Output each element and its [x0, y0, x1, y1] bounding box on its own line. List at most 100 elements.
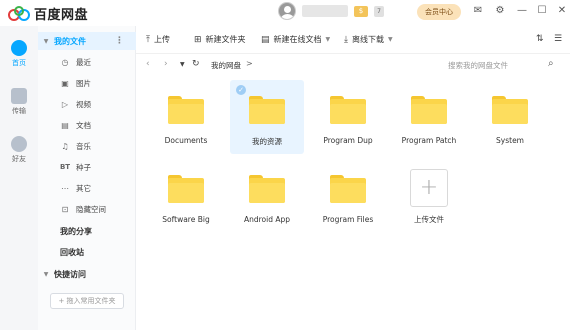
lock-icon: ⊡ [61, 204, 69, 214]
sidebar-item-recycle-bin[interactable]: 回收站 [38, 243, 136, 261]
new-folder-icon: ⊞ [194, 34, 202, 45]
sidebar-item-label: 种子 [76, 162, 91, 172]
sidebar-item-quick-access[interactable]: ▼ 快捷访问 [38, 265, 136, 283]
sidebar-item-hidden-space[interactable]: ⊡ 隐藏空间 [38, 200, 136, 218]
mail-icon[interactable]: ✉ [472, 5, 484, 17]
rail-label: 首页 [12, 59, 26, 67]
home-icon [11, 40, 27, 56]
bt-icon: BT [59, 163, 71, 171]
folder-tile[interactable]: Program Dup [311, 80, 385, 154]
sidebar-item-music[interactable]: ♫ 音乐 [38, 137, 136, 155]
sidebar-item-label: 回收站 [60, 247, 84, 257]
folder-icon [249, 96, 285, 124]
folder-name: System [496, 136, 524, 145]
username-blurred [302, 5, 348, 17]
upload-button[interactable]: ⤒ 上传 [146, 34, 170, 45]
sidebar-item-videos[interactable]: ▷ 视频 [38, 95, 136, 113]
rail-item-home[interactable]: 首页 [0, 40, 38, 68]
view-mode-button[interactable]: ☰ [554, 34, 562, 44]
sidebar: ▼ 我的文件 ⋮ ◷ 最近 ▣ 图片 ▷ 视频 ▤ 文档 ♫ 音乐 BT 种子 … [38, 26, 136, 330]
sidebar-item-other[interactable]: ⋯ 其它 [38, 179, 136, 197]
sidebar-item-label: 图片 [76, 78, 91, 88]
minimize-icon[interactable]: — [516, 5, 528, 17]
image-icon: ▣ [61, 78, 69, 88]
add-quick-access-button[interactable]: + 拖入常用文件夹 [50, 293, 124, 309]
sidebar-item-torrents[interactable]: BT 种子 [38, 158, 136, 176]
folder-icon [168, 96, 204, 124]
video-icon: ▷ [61, 99, 69, 109]
search-icon[interactable]: ⌕ [548, 58, 554, 69]
clock-icon: ◷ [61, 57, 69, 67]
plus-icon: + [419, 175, 439, 200]
app-logo: 百度网盘 [8, 4, 88, 23]
more-icon[interactable]: ⋮ [115, 36, 124, 46]
avatar[interactable] [278, 2, 296, 20]
folder-icon [411, 96, 447, 124]
folder-name: Program Patch [401, 136, 457, 145]
folder-name: Android App [243, 215, 291, 224]
offline-download-button[interactable]: ⤓ 离线下载 ▼ [344, 34, 393, 45]
sidebar-item-label: 最近 [76, 57, 91, 67]
sidebar-item-images[interactable]: ▣ 图片 [38, 74, 136, 92]
folder-tile[interactable]: Android App [230, 159, 304, 233]
new-doc-icon: ▤ [261, 34, 270, 45]
sidebar-item-documents[interactable]: ▤ 文档 [38, 116, 136, 134]
folder-icon [249, 175, 285, 203]
new-folder-button[interactable]: ⊞ 新建文件夹 [194, 34, 246, 45]
folder-tile[interactable]: ✓ 我的资源 [230, 80, 304, 154]
close-icon[interactable]: ✕ [556, 5, 568, 17]
title-bar: 百度网盘 $ 7 会员中心 ✉ ⚙ — ☐ ✕ [0, 0, 570, 26]
folder-tile[interactable]: Documents [149, 80, 223, 154]
sidebar-item-my-share[interactable]: 我的分享 [38, 222, 136, 240]
folder-name: Documents [164, 136, 208, 145]
sidebar-item-label: 我的分享 [60, 226, 92, 236]
friends-icon [11, 136, 27, 152]
chevron-down-icon[interactable]: ▼ [38, 38, 54, 45]
upload-file-tile[interactable]: + 上传文件 [392, 159, 466, 233]
folder-name: 我的资源 [252, 137, 282, 146]
sidebar-item-my-files[interactable]: ▼ 我的文件 ⋮ [38, 32, 136, 50]
folder-icon [492, 96, 528, 124]
refresh-icon[interactable]: ↻ [192, 59, 200, 69]
folder-name: Software Big [162, 215, 210, 224]
maximize-icon[interactable]: ☐ [536, 5, 548, 17]
sidebar-item-label: 音乐 [76, 141, 91, 151]
cloud-logo-icon [8, 5, 30, 21]
download-icon: ⤓ [344, 34, 348, 45]
folder-tile[interactable]: Software Big [149, 159, 223, 233]
sort-button[interactable]: ⇅ [536, 34, 544, 44]
folder-icon [330, 96, 366, 124]
member-center-button[interactable]: 会员中心 [417, 4, 461, 20]
breadcrumb[interactable]: 我的网盘 [211, 60, 241, 71]
folder-tile[interactable]: System [473, 80, 547, 154]
offline-download-label: 离线下载 [351, 35, 384, 44]
sidebar-item-label: 其它 [76, 183, 91, 193]
rail-item-transfer[interactable]: 传输 [0, 88, 38, 116]
chevron-down-icon[interactable]: ▼ [38, 271, 54, 278]
chevron-down-icon: ▼ [387, 36, 393, 43]
list-view-icon: ☰ [554, 34, 563, 44]
forward-icon[interactable]: › [164, 59, 168, 69]
select-check-icon[interactable]: ✓ [236, 85, 246, 95]
new-online-doc-button[interactable]: ▤ 新建在线文档 ▼ [261, 34, 330, 45]
left-rail: 首页 传输 好友 [0, 26, 38, 330]
back-icon[interactable]: ‹ [146, 59, 150, 69]
level-badge: 7 [374, 5, 384, 17]
folder-tile[interactable]: Program Patch [392, 80, 466, 154]
new-folder-label: 新建文件夹 [205, 35, 246, 44]
file-grid: Documents ✓ 我的资源 Program Dup Program Pat… [136, 76, 570, 330]
sidebar-item-recent[interactable]: ◷ 最近 [38, 53, 136, 71]
history-dropdown-icon[interactable]: ▼ [180, 61, 185, 68]
other-icon: ⋯ [61, 183, 69, 193]
sidebar-item-label: 快捷访问 [54, 269, 86, 279]
folder-tile[interactable]: Program Files [311, 159, 385, 233]
folder-name: Program Dup [323, 136, 373, 145]
document-icon: ▤ [61, 120, 69, 130]
upload-box[interactable]: + [410, 169, 448, 207]
settings-icon[interactable]: ⚙ [494, 5, 506, 17]
search-input[interactable]: 搜索我的网盘文件 [448, 60, 508, 71]
sidebar-item-label: 我的文件 [54, 36, 86, 46]
vip-badge: $ [354, 5, 368, 17]
rail-item-friends[interactable]: 好友 [0, 136, 38, 164]
user-info[interactable]: $ 7 [278, 2, 384, 20]
